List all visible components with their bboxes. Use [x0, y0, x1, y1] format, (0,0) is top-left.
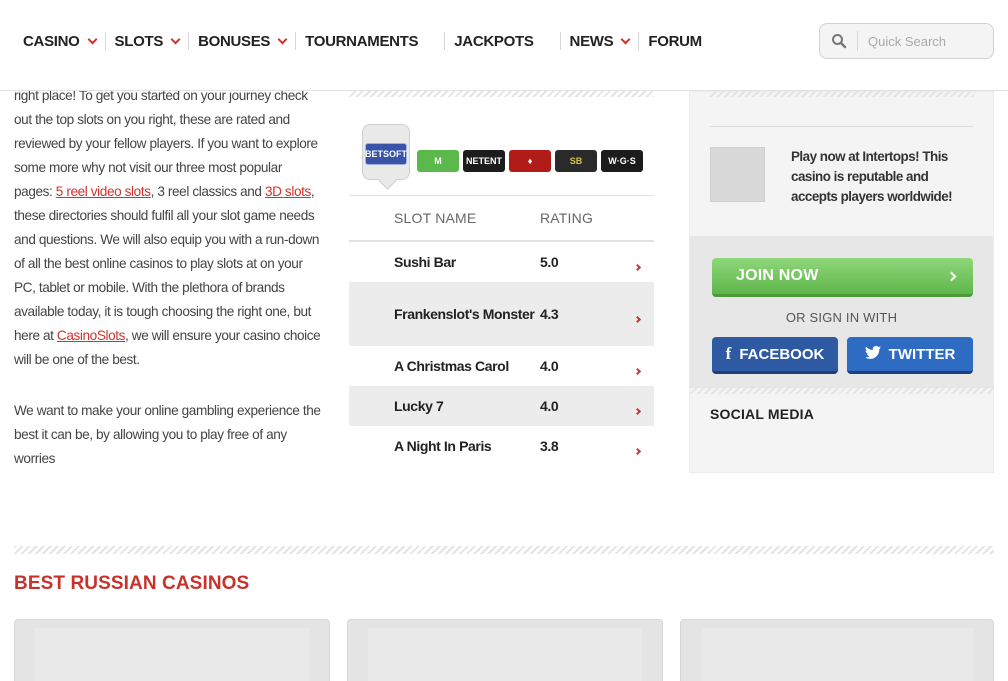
- divider: [14, 546, 994, 554]
- casino-logo-placeholder[interactable]: [710, 147, 765, 202]
- table-row[interactable]: Lucky 7 4.0: [349, 386, 654, 426]
- slot-rating: 5.0: [540, 254, 559, 270]
- slot-rating: 4.0: [540, 358, 559, 374]
- link-3d-slots[interactable]: 3D slots: [265, 184, 311, 199]
- facebook-icon: f: [725, 344, 732, 363]
- table-row[interactable]: Sushi Bar 5.0: [349, 242, 654, 282]
- nav-casino-label: CASINO: [23, 32, 80, 50]
- promo-text: Play now at Intertops! This casino is re…: [791, 149, 953, 204]
- nav-jackpots-label: JACKPOTS: [454, 32, 534, 50]
- provider-tab-sb[interactable]: SB: [555, 150, 597, 172]
- quick-search: [819, 23, 994, 59]
- slot-name: Sushi Bar: [394, 254, 456, 270]
- chevron-right-icon: [946, 271, 957, 281]
- table-row[interactable]: A Night In Paris 3.8: [349, 426, 654, 466]
- chevron-right-icon: [633, 315, 641, 323]
- or-sign-in-label: OR SIGN IN WITH: [785, 310, 898, 325]
- section-title: BEST RUSSIAN CASINOS: [14, 573, 250, 594]
- social-media-heading: SOCIAL MEDIA: [710, 406, 815, 422]
- nav-tournaments[interactable]: TOURNAMENTS: [295, 32, 444, 50]
- slot-name: A Christmas Carol: [394, 358, 509, 374]
- slot-rating: 4.3: [540, 306, 559, 322]
- provider-tab-betsoft[interactable]: BETSOFT: [362, 124, 410, 180]
- table-row[interactable]: Frankenslot's Monster 4.3: [349, 282, 654, 346]
- facebook-label: FACEBOOK: [739, 345, 825, 363]
- divider: [690, 386, 993, 394]
- search-input[interactable]: [858, 33, 978, 49]
- intro-text-part: , 3 reel classics and: [150, 184, 265, 199]
- provider-tab-netent[interactable]: NETENT: [463, 150, 505, 172]
- facebook-button[interactable]: f FACEBOOK: [712, 337, 838, 374]
- chevron-down-icon: [277, 34, 288, 44]
- intro-paragraph-2: We want to make your online gambling exp…: [14, 403, 321, 466]
- table-header: SLOT NAME RATING: [349, 196, 654, 242]
- casino-card[interactable]: [14, 619, 330, 681]
- chevron-right-icon: [633, 263, 641, 271]
- nav-forum[interactable]: FORUM: [638, 32, 711, 50]
- nav-forum-label: FORUM: [648, 32, 702, 50]
- intro-text: right place! To get you started on your …: [14, 84, 321, 471]
- chevron-down-icon: [620, 34, 631, 44]
- sign-in-panel: JOIN NOW OR SIGN IN WITH f FACEBOOK TWIT…: [690, 236, 993, 388]
- casino-promo[interactable]: Play now at Intertops! This casino is re…: [710, 126, 974, 207]
- nav-bonuses-label: BONUSES: [198, 32, 271, 50]
- intro-paragraph-1: right place! To get you started on your …: [14, 84, 321, 372]
- slot-name: Frankenslot's Monster: [394, 305, 535, 322]
- betsoft-logo: BETSOFT: [365, 143, 407, 165]
- table-row[interactable]: A Christmas Carol 4.0: [349, 346, 654, 386]
- join-now-button[interactable]: JOIN NOW: [712, 258, 973, 297]
- nav-casino[interactable]: CASINO: [14, 32, 105, 50]
- search-icon[interactable]: [820, 31, 858, 51]
- chevron-right-icon: [633, 367, 641, 375]
- link-5-reel-video-slots[interactable]: 5 reel video slots: [56, 184, 151, 199]
- casino-card[interactable]: [680, 619, 994, 681]
- chevron-right-icon: [633, 447, 641, 455]
- intro-text-part: right place! To get you started on your …: [14, 88, 318, 199]
- slot-rating: 4.0: [540, 398, 559, 414]
- main-nav: CASINO SLOTS BONUSES TOURNAMENTS JACKPOT…: [14, 30, 711, 52]
- header-slot-name: SLOT NAME: [394, 210, 477, 226]
- nav-news[interactable]: NEWS: [559, 32, 639, 50]
- nav-slots[interactable]: SLOTS: [104, 32, 189, 50]
- nav-news-label: NEWS: [569, 32, 614, 50]
- top-slots-table: SLOT NAME RATING Sushi Bar 5.0 Frankensl…: [349, 195, 654, 466]
- sidebar: Play now at Intertops! This casino is re…: [689, 89, 994, 473]
- nav-bonuses[interactable]: BONUSES: [188, 32, 295, 50]
- casino-card[interactable]: [347, 619, 663, 681]
- twitter-button[interactable]: TWITTER: [847, 337, 973, 374]
- join-now-label: JOIN NOW: [736, 267, 819, 284]
- slot-name: A Night In Paris: [394, 438, 492, 454]
- nav-slots-label: SLOTS: [114, 32, 164, 50]
- twitter-label: TWITTER: [888, 345, 956, 363]
- intro-text-part: , these directories should fulfil all yo…: [14, 184, 319, 343]
- link-casinoslots[interactable]: CasinoSlots: [57, 328, 126, 343]
- provider-tab-playtech[interactable]: ♦: [509, 150, 551, 172]
- chevron-down-icon: [87, 34, 97, 44]
- slot-name: Lucky 7: [394, 398, 444, 414]
- provider-tab-microgaming[interactable]: M: [417, 150, 459, 172]
- header-rating: RATING: [540, 210, 594, 226]
- chevron-right-icon: [633, 407, 641, 415]
- slot-rating: 3.8: [540, 438, 559, 454]
- provider-tab-wgs[interactable]: W·G·S: [601, 150, 643, 172]
- twitter-icon: [864, 345, 881, 363]
- nav-jackpots[interactable]: JACKPOTS: [444, 32, 559, 50]
- site-header: CASINO SLOTS BONUSES TOURNAMENTS JACKPOT…: [0, 0, 1008, 91]
- provider-tabs: BETSOFT M NETENT ♦ SB W·G·S: [362, 124, 643, 180]
- nav-tournaments-label: TOURNAMENTS: [305, 32, 419, 50]
- chevron-down-icon: [170, 34, 181, 44]
